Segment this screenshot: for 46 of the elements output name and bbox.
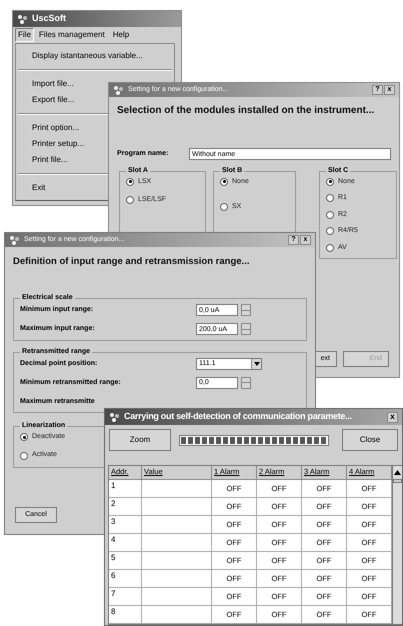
radio-button[interactable] [326,244,334,252]
radio-button[interactable] [326,194,334,202]
radio-button[interactable] [126,178,134,186]
table-cell: 3 [109,516,142,534]
table-cell: 2 [109,498,142,516]
empty-table-cell [142,570,212,588]
app-icon [109,412,120,422]
empty-table-cell [142,516,212,534]
zoom-button[interactable]: Zoom [109,429,171,451]
radio-button[interactable] [326,178,334,186]
empty-table-cell [142,606,212,624]
dialog-heading: Selection of the modules installed on the instrument... [116,104,376,118]
radio-button[interactable] [326,227,334,236]
empty-table-cell [142,498,212,516]
empty-table-cell [142,552,212,570]
table-cell: 8 [109,606,142,624]
radio-button[interactable] [20,433,28,441]
table-cell: 4 [109,534,142,552]
table-cell: 1 [109,480,142,498]
empty-table-cell [142,588,212,606]
empty-table-cell [142,480,212,498]
menu-item[interactable]: Files management [36,28,108,42]
table-cell: 6 [109,570,142,588]
radio-button[interactable] [326,210,334,219]
window-title: UscSoft [32,12,66,26]
scroll-thumb[interactable] [393,479,402,483]
empty-table-cell [142,534,212,552]
radio-button[interactable] [126,196,134,204]
menu-item[interactable]: File [15,28,34,42]
table-cell: 7 [109,588,142,606]
app-icon [9,234,20,246]
app-icon [17,14,28,24]
radio-button[interactable] [220,178,228,186]
app-icon [113,84,124,96]
dialog-heading: Definition of input range and retransmission range... [12,255,250,269]
scrollbar[interactable] [393,465,402,625]
radio-button[interactable] [220,203,228,212]
menu-entry[interactable]: Display istantaneous variable... [16,48,174,64]
close-button[interactable]: x [387,412,398,422]
table-cell: 5 [109,552,142,570]
menu-item[interactable]: Help [110,28,132,42]
window-title: Carrying out self-detection of communication paramete... [124,410,352,424]
close-button[interactable]: Close [342,429,398,451]
scroll-up-arrow-icon[interactable] [394,470,401,475]
radio-button[interactable] [20,452,28,460]
dropdown-arrow-icon[interactable] [251,358,261,369]
